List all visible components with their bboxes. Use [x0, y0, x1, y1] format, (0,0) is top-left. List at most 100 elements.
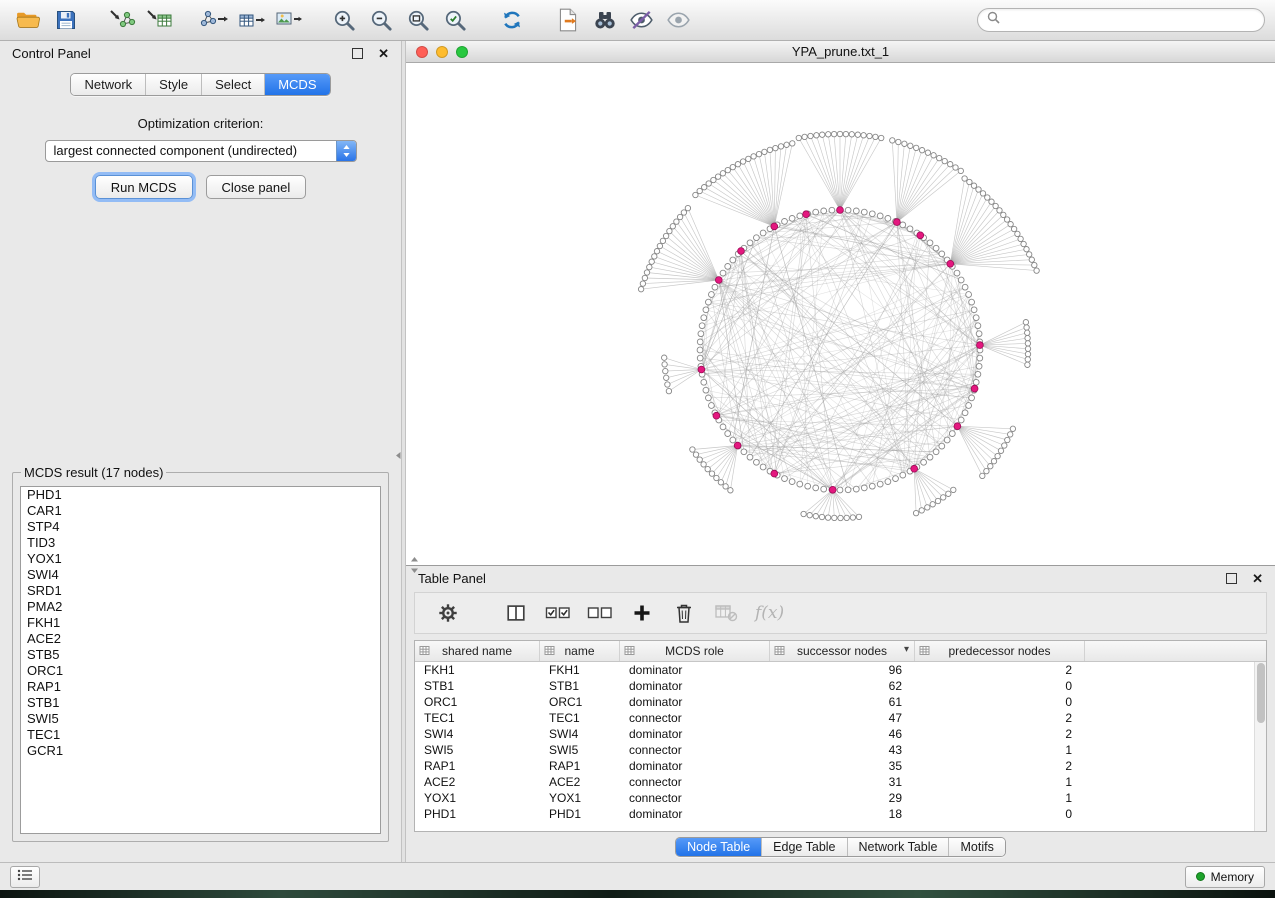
table-row[interactable]: PHD1PHD1dominator180: [415, 806, 1266, 822]
cell-name: ORC1: [540, 694, 620, 710]
mcds-result-item[interactable]: ORC1: [21, 663, 380, 679]
column-header-successor-nodes[interactable]: successor nodes▾: [770, 641, 915, 661]
cell-name: ACE2: [540, 774, 620, 790]
cell-successor-nodes: 62: [770, 678, 915, 694]
import-table-icon[interactable]: [140, 4, 177, 36]
find-icon[interactable]: [586, 4, 623, 36]
import-network-icon[interactable]: [103, 4, 140, 36]
table-row[interactable]: ORC1ORC1dominator610: [415, 694, 1266, 710]
column-header-predecessor-nodes[interactable]: predecessor nodes: [915, 641, 1085, 661]
cell-successor-nodes: 46: [770, 726, 915, 742]
optimization-criterion-dropdown[interactable]: largest connected component (undirected): [45, 140, 357, 162]
refresh-layout-icon[interactable]: [493, 4, 530, 36]
table-row[interactable]: RAP1RAP1dominator352: [415, 758, 1266, 774]
column-header-name[interactable]: name: [540, 641, 620, 661]
tab-network-table[interactable]: Network Table: [847, 838, 949, 856]
export-image-icon[interactable]: [270, 4, 307, 36]
column-header-shared-name[interactable]: shared name: [415, 641, 540, 661]
tab-node-table[interactable]: Node Table: [676, 838, 761, 856]
sort-chevron-icon: ▾: [904, 644, 909, 655]
table-row[interactable]: YOX1YOX1connector291: [415, 790, 1266, 806]
search-box[interactable]: [977, 8, 1265, 32]
share-document-icon[interactable]: [549, 4, 586, 36]
tab-select[interactable]: Select: [201, 74, 264, 95]
maximize-traffic-light-icon[interactable]: [456, 46, 468, 58]
tab-network[interactable]: Network: [71, 74, 145, 95]
panel-menu-button[interactable]: [10, 866, 40, 888]
cell-shared-name: TEC1: [415, 710, 540, 726]
float-panel-icon[interactable]: [352, 48, 363, 59]
mcds-result-item[interactable]: TID3: [21, 535, 380, 551]
zoom-fit-icon[interactable]: [400, 4, 437, 36]
export-table-icon[interactable]: [233, 4, 270, 36]
cell-successor-nodes: 35: [770, 758, 915, 774]
float-panel-icon[interactable]: [1226, 573, 1237, 584]
table-row[interactable]: STB1STB1dominator620: [415, 678, 1266, 694]
hide-selected-icon[interactable]: [623, 4, 660, 36]
cell-predecessor-nodes: 2: [915, 662, 1085, 678]
zoom-out-icon[interactable]: [363, 4, 400, 36]
mcds-result-item[interactable]: SRD1: [21, 583, 380, 599]
cell-shared-name: ACE2: [415, 774, 540, 790]
zoom-selected-icon[interactable]: [437, 4, 474, 36]
tab-motifs[interactable]: Motifs: [948, 838, 1004, 856]
zoom-in-icon[interactable]: [326, 4, 363, 36]
minimize-traffic-light-icon[interactable]: [436, 46, 448, 58]
cell-predecessor-nodes: 1: [915, 790, 1085, 806]
close-traffic-light-icon[interactable]: [416, 46, 428, 58]
mcds-result-item[interactable]: SWI5: [21, 711, 380, 727]
select-all-icon[interactable]: [537, 595, 579, 631]
memory-button[interactable]: Memory: [1185, 866, 1265, 888]
table-row[interactable]: SWI5SWI5connector431: [415, 742, 1266, 758]
mcds-result-item[interactable]: GCR1: [21, 743, 380, 759]
tab-edge-table[interactable]: Edge Table: [761, 838, 846, 856]
search-input[interactable]: [1006, 12, 1255, 28]
function-builder-button[interactable]: f(x): [755, 603, 784, 623]
open-file-icon[interactable]: [10, 4, 47, 36]
mcds-result-item[interactable]: PMA2: [21, 599, 380, 615]
close-panel-button[interactable]: Close panel: [206, 175, 307, 199]
mcds-result-item[interactable]: PHD1: [21, 487, 380, 503]
mcds-result-list[interactable]: PHD1CAR1STP4TID3YOX1SWI4SRD1PMA2FKH1ACE2…: [20, 486, 381, 834]
table-toolbar: f(x): [414, 592, 1267, 634]
clear-selection-icon[interactable]: [579, 595, 621, 631]
export-network-icon[interactable]: [196, 4, 233, 36]
tab-style[interactable]: Style: [145, 74, 201, 95]
add-column-icon[interactable]: [621, 595, 663, 631]
tab-mcds[interactable]: MCDS: [264, 74, 329, 95]
gear-icon[interactable]: [427, 595, 469, 631]
delete-column-icon[interactable]: [663, 595, 705, 631]
mcds-result-item[interactable]: STP4: [21, 519, 380, 535]
scrollbar-thumb[interactable]: [1257, 663, 1265, 723]
cell-name: SWI5: [540, 742, 620, 758]
mcds-result-item[interactable]: ACE2: [21, 631, 380, 647]
table-row[interactable]: FKH1FKH1dominator962: [415, 662, 1266, 678]
show-all-icon[interactable]: [660, 4, 697, 36]
mcds-result-item[interactable]: SWI4: [21, 567, 380, 583]
network-window-titlebar[interactable]: YPA_prune.txt_1: [406, 41, 1275, 63]
table-row[interactable]: ACE2ACE2connector311: [415, 774, 1266, 790]
mcds-result-item[interactable]: STB1: [21, 695, 380, 711]
column-type-icon: [774, 645, 785, 659]
columns-icon[interactable]: [495, 595, 537, 631]
close-panel-icon[interactable]: ✕: [1252, 572, 1263, 585]
run-mcds-button[interactable]: Run MCDS: [95, 175, 193, 199]
table-scrollbar[interactable]: [1254, 662, 1266, 831]
mcds-result-item[interactable]: CAR1: [21, 503, 380, 519]
column-header-MCDS-role[interactable]: MCDS role: [620, 641, 770, 661]
mcds-result-item[interactable]: YOX1: [21, 551, 380, 567]
save-session-icon[interactable]: [47, 4, 84, 36]
mcds-result-item[interactable]: RAP1: [21, 679, 380, 695]
import-table-disabled-icon[interactable]: [705, 595, 747, 631]
close-panel-icon[interactable]: ✕: [378, 47, 389, 60]
mcds-result-item[interactable]: FKH1: [21, 615, 380, 631]
splitter-collapse-icon[interactable]: [411, 557, 418, 578]
table-row[interactable]: SWI4SWI4dominator462: [415, 726, 1266, 742]
table-panel-header: Table Panel ✕: [406, 566, 1275, 591]
table-row[interactable]: TEC1TEC1connector472: [415, 710, 1266, 726]
cell-predecessor-nodes: 0: [915, 678, 1085, 694]
mcds-result-item[interactable]: TEC1: [21, 727, 380, 743]
network-canvas[interactable]: [406, 63, 1275, 565]
mcds-result-item[interactable]: STB5: [21, 647, 380, 663]
dropdown-stepper-icon: [336, 141, 356, 161]
